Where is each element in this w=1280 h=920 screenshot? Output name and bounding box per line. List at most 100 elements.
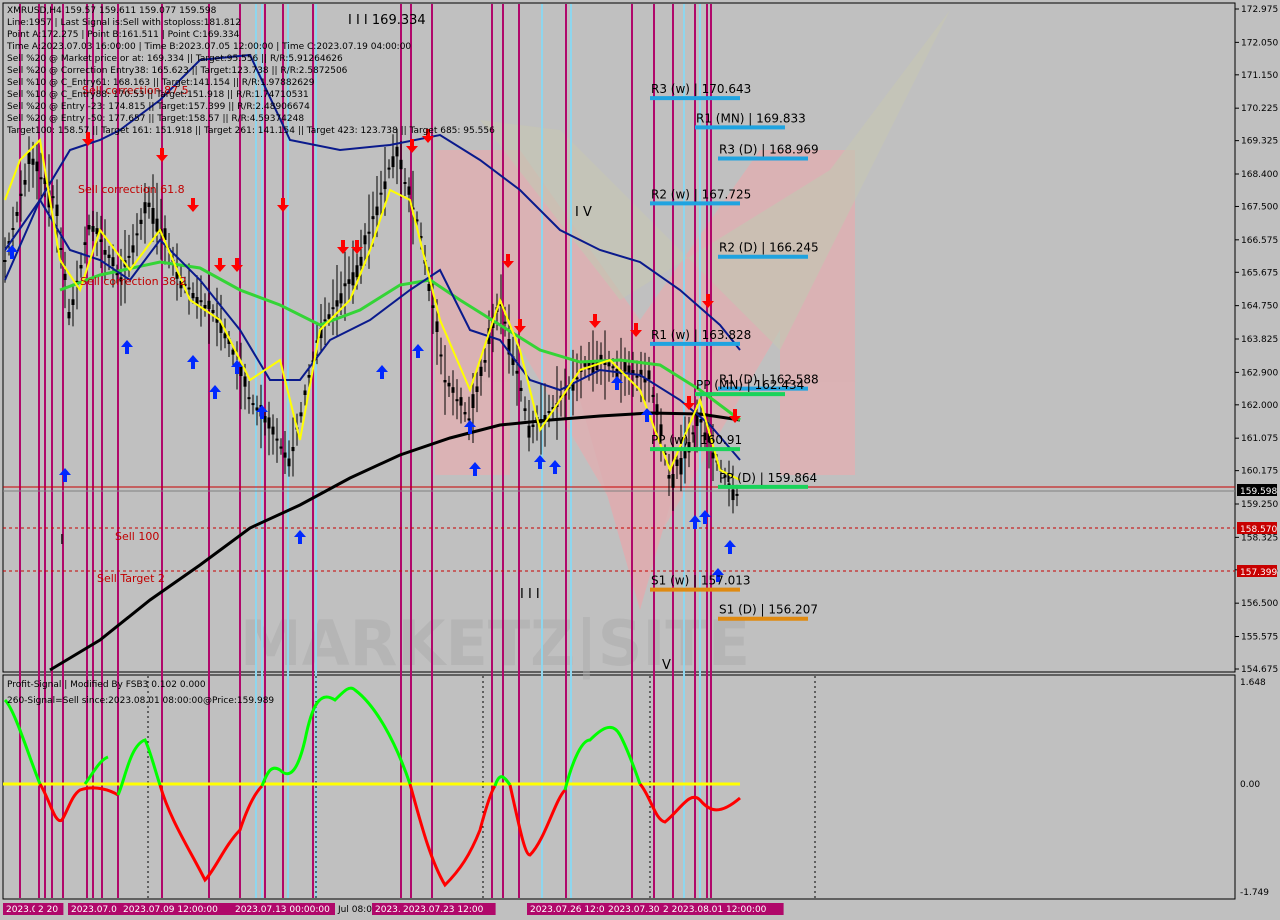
candle-body	[443, 380, 447, 383]
pivot-label: S1 (w) | 157.013	[651, 574, 751, 588]
candle-body	[151, 208, 155, 224]
indicator-title: Profit-Signal | Modified By FSB3 0.102 0…	[7, 680, 206, 690]
candle-body	[299, 412, 303, 417]
candle-body	[371, 216, 375, 220]
candle-body	[27, 152, 31, 164]
candle-body	[403, 182, 407, 184]
candle-body	[279, 446, 283, 449]
candle-body	[271, 426, 275, 435]
candle-body	[79, 265, 83, 269]
current-price-tag: 159.598	[1240, 487, 1277, 497]
candle-body	[155, 218, 159, 232]
candle-body	[251, 403, 255, 406]
candle-body	[11, 228, 15, 230]
indicator-pane[interactable]	[2, 674, 1236, 900]
indicator-scale-bottom: -1.749	[1240, 888, 1269, 898]
date-label: 2023.07.13 00:00:00	[235, 905, 330, 915]
candle-body	[447, 382, 451, 387]
candle-body	[283, 452, 287, 458]
candle-body	[451, 387, 455, 393]
candle-body	[351, 272, 355, 286]
candle-body	[383, 181, 387, 190]
candle-body	[87, 225, 91, 230]
info-line: Target100: 158.57 || Target 161: 151.918…	[6, 126, 495, 136]
price-tick-label: 164.750	[1241, 302, 1278, 312]
candle-body	[111, 257, 115, 266]
pivot-label: PP (D) | 159.864	[719, 471, 817, 485]
candle-body	[243, 376, 247, 387]
candle-body	[143, 202, 147, 214]
candle-body	[611, 366, 615, 369]
candle-body	[63, 273, 67, 280]
pivot-label: R1 (w) | 163.828	[651, 328, 751, 342]
candle-body	[531, 424, 535, 427]
date-label: 2023.07.30 2	[608, 905, 668, 915]
candle-body	[651, 394, 655, 397]
candle-body	[439, 354, 443, 357]
candle-body	[207, 300, 211, 309]
info-line: Line:1957 | Last Signal is:Sell with sto…	[7, 18, 241, 28]
candle-body	[635, 375, 639, 378]
candle-body	[323, 319, 327, 322]
pivot-label: PP (w) | 160.91	[651, 433, 742, 447]
candle-body	[127, 255, 131, 258]
candle-body	[103, 250, 107, 255]
candle-body	[131, 245, 135, 253]
candle-body	[139, 219, 143, 224]
date-label: 2023.0	[6, 905, 38, 915]
candle-body	[35, 161, 39, 172]
candle-body	[399, 159, 403, 170]
info-line: Sell %20 @ Entry -50: 177.657 || Target:…	[7, 114, 304, 124]
candle-body	[327, 314, 331, 319]
date-label: 2023.07.26 12:00	[530, 905, 611, 915]
candle-body	[475, 386, 479, 392]
candle-body	[379, 192, 383, 195]
candle-body	[287, 458, 291, 467]
wave-label-3-top: I I I 169.334	[348, 13, 426, 28]
indicator-scale-mid: 0.00	[1240, 780, 1260, 790]
candle-body	[607, 362, 611, 367]
candle-body	[395, 146, 399, 157]
candle-body	[335, 300, 339, 307]
candle-body	[199, 300, 203, 303]
candle-body	[459, 397, 463, 406]
pivot-label: R3 (w) | 170.643	[651, 82, 751, 96]
candle-body	[503, 321, 507, 324]
candle-body	[19, 193, 23, 196]
candle-body	[147, 202, 151, 207]
price-tick-label: 166.575	[1241, 236, 1278, 246]
price-tick-label: 168.400	[1241, 170, 1278, 180]
candle-body	[427, 284, 431, 291]
info-line: Sell %20 @ Entry -23: 174.815 || Target:…	[7, 102, 310, 112]
candle-body	[627, 365, 631, 373]
candle-body	[671, 474, 675, 488]
candle-body	[71, 299, 75, 305]
candle-body	[519, 387, 523, 391]
wave-label-4: I V	[575, 205, 592, 220]
candle-body	[275, 438, 279, 441]
price-tick-label: 155.575	[1241, 633, 1278, 643]
price-tick-label: 156.500	[1241, 599, 1278, 609]
candle-body	[331, 307, 335, 310]
candle-body	[343, 283, 347, 287]
price-tick-label: 154.675	[1241, 665, 1278, 675]
candle-body	[679, 458, 683, 475]
info-line: Sell %20 @ Correction Entry38: 165.623 |…	[7, 66, 348, 76]
candle-body	[623, 360, 627, 372]
price-tick-label: 159.250	[1241, 500, 1278, 510]
price-tick-label: 163.825	[1241, 335, 1278, 345]
price-tick-label: 167.500	[1241, 202, 1278, 212]
candle-body	[431, 305, 435, 308]
date-label: 2 20	[38, 905, 58, 915]
price-tick-label: 172.050	[1241, 38, 1278, 48]
candle-body	[267, 417, 271, 429]
wave-label-1: I	[60, 533, 64, 548]
candle-body	[23, 180, 27, 185]
sell-100-label: Sell 100	[115, 530, 159, 543]
pivot-label: PP (MN) | 162.434	[696, 378, 804, 392]
candle-body	[211, 309, 215, 313]
candle-body	[31, 158, 35, 165]
price-tick-label: 162.000	[1241, 401, 1278, 411]
candle-body	[647, 370, 651, 380]
candle-body	[99, 239, 103, 242]
